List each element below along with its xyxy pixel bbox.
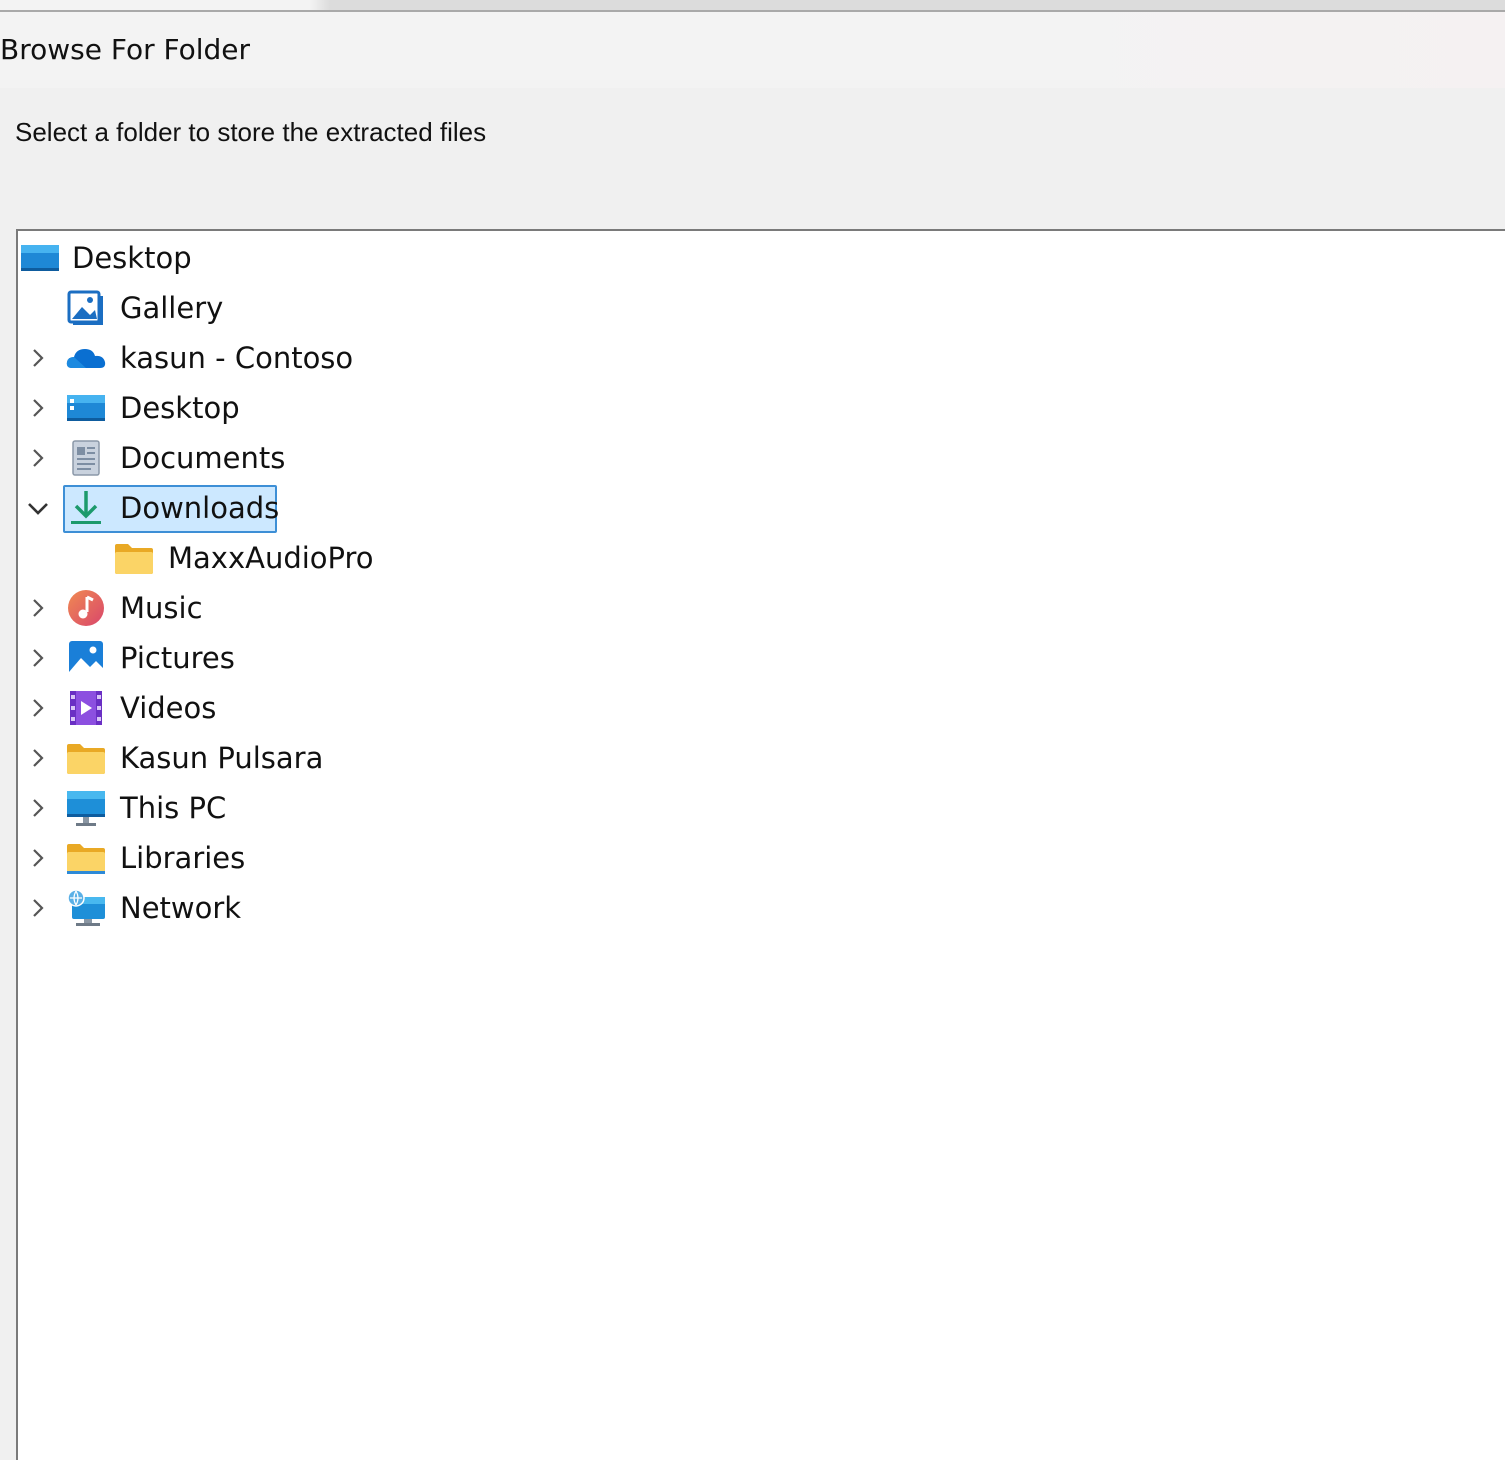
tree-item-label: Libraries <box>120 841 246 875</box>
documents-icon <box>66 438 106 478</box>
chevron-down-icon[interactable] <box>26 496 50 520</box>
chevron-right-icon[interactable] <box>26 696 50 720</box>
tree-item-label: This PC <box>120 791 227 825</box>
tree-item-label: Gallery <box>120 291 224 325</box>
gallery-icon <box>66 288 106 328</box>
chevron-right-icon[interactable] <box>26 896 50 920</box>
folder-icon <box>114 538 154 578</box>
tree-item-this-pc[interactable]: This PC <box>18 783 1498 833</box>
chevron-right-icon[interactable] <box>26 796 50 820</box>
tree-item-onedrive[interactable]: kasun - Contoso <box>18 333 1498 383</box>
chevron-right-icon[interactable] <box>26 746 50 770</box>
monitor-icon <box>66 788 106 828</box>
desktop-icon <box>66 388 106 428</box>
desktop-icon <box>20 238 60 278</box>
chevron-right-icon[interactable] <box>26 596 50 620</box>
chevron-right-icon[interactable] <box>26 346 50 370</box>
network-icon <box>66 888 106 928</box>
libraries-folder-icon <box>66 838 106 878</box>
tree-item-label: Kasun Pulsara <box>120 741 324 775</box>
music-icon <box>66 588 106 628</box>
tree-item-label: Music <box>120 591 203 625</box>
tree-item-label: MaxxAudioPro <box>168 541 374 575</box>
tree-item-pictures[interactable]: Pictures <box>18 633 1498 683</box>
tree-item-label: Desktop <box>72 241 192 275</box>
chevron-right-icon[interactable] <box>26 446 50 470</box>
tree-item-music[interactable]: Music <box>18 583 1498 633</box>
chevron-right-icon[interactable] <box>26 846 50 870</box>
tree-item-maxxaudiopro[interactable]: MaxxAudioPro <box>18 533 1498 583</box>
videos-icon <box>66 688 106 728</box>
tree-item-label: Documents <box>120 441 286 475</box>
tree-item-kasun-pulsara[interactable]: Kasun Pulsara <box>18 733 1498 783</box>
instruction-text: Select a folder to store the extracted f… <box>15 117 487 147</box>
download-arrow-icon <box>66 488 106 528</box>
chevron-right-icon[interactable] <box>26 396 50 420</box>
tree-item-label: kasun - Contoso <box>120 341 354 375</box>
tree-item-label: Videos <box>120 691 217 725</box>
tree-item-libraries[interactable]: Libraries <box>18 833 1498 883</box>
tree-item-videos[interactable]: Videos <box>18 683 1498 733</box>
onedrive-cloud-icon <box>66 338 106 378</box>
tree-item-desktop[interactable]: Desktop <box>18 383 1498 433</box>
tree-item-label: Downloads <box>120 491 280 525</box>
pictures-icon <box>66 638 106 678</box>
window-top-strip <box>0 0 1505 12</box>
folder-icon <box>66 738 106 778</box>
tree-item-label: Pictures <box>120 641 235 675</box>
chevron-right-icon[interactable] <box>26 646 50 670</box>
folder-tree[interactable]: Desktop Gallery kasun - Contoso Desktop <box>16 229 1505 1460</box>
tree-item-label: Network <box>120 891 242 925</box>
tree-item-documents[interactable]: Documents <box>18 433 1498 483</box>
tree-item-gallery[interactable]: Gallery <box>18 283 1498 333</box>
tree-item-label: Desktop <box>120 391 240 425</box>
tree-item-network[interactable]: Network <box>18 883 1498 933</box>
tree-item-desktop-root[interactable]: Desktop <box>18 233 1498 283</box>
title-bar: Browse For Folder <box>0 12 1505 88</box>
tree-item-downloads[interactable]: Downloads <box>18 483 1498 533</box>
dialog-title: Browse For Folder <box>0 33 251 66</box>
